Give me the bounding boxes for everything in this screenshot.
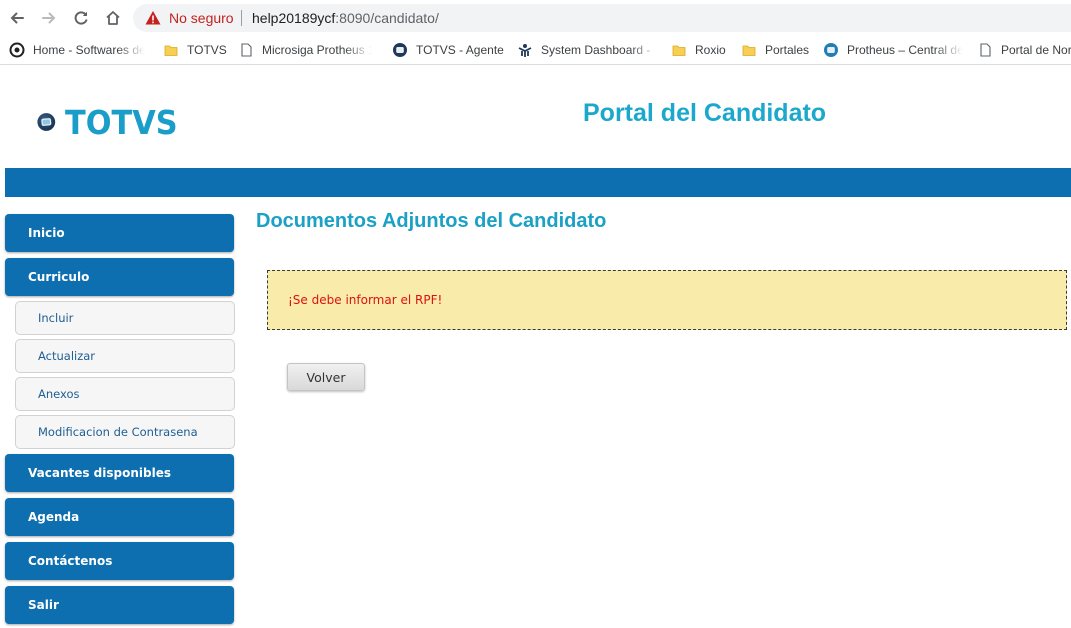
sidebar-subitem-modificacion-contrasena[interactable]: Modificacion de Contrasena — [15, 415, 235, 449]
forward-arrow-icon[interactable] — [38, 7, 60, 29]
address-divider — [241, 10, 242, 26]
bookmark-label: Protheus – Central de — [847, 43, 963, 57]
header-band — [5, 168, 1071, 197]
address-bar[interactable]: No seguro help20189ycf:8090/candidato/ — [133, 4, 1071, 32]
sidebar-item-curriculo[interactable]: Curriculo — [5, 258, 234, 296]
bookmark-system-dashboard[interactable]: System Dashboard - — [517, 40, 659, 60]
bookmark-label: TOTVS — [187, 43, 227, 57]
bookmark-protheus-central[interactable]: Protheus – Central de — [823, 40, 963, 60]
bookmark-home-softwares[interactable]: Home - Softwares de — [9, 40, 145, 60]
browser-toolbar: No seguro help20189ycf:8090/candidato/ — [0, 0, 1071, 36]
bookmark-roxio[interactable]: Roxio — [671, 40, 726, 60]
alert-box: ¡Se debe informar el RPF! — [267, 270, 1067, 330]
bookmark-totvs[interactable]: TOTVS — [163, 40, 227, 60]
reload-icon[interactable] — [70, 7, 92, 29]
sidebar-item-agenda[interactable]: Agenda — [5, 498, 234, 536]
totvs-icon — [392, 42, 408, 58]
bookmark-label: Portal de Nor — [1001, 43, 1071, 57]
logo-wordmark: TOTVS — [64, 102, 178, 142]
bookmark-label: TOTVS - Agente — [416, 43, 504, 57]
totvs-icon — [823, 42, 839, 58]
sidebar-item-contactenos[interactable]: Contáctenos — [5, 542, 234, 580]
bookmark-totvs-agente[interactable]: TOTVS - Agente — [392, 40, 504, 60]
home-icon[interactable] — [102, 7, 124, 29]
page-icon — [977, 42, 993, 58]
bookmark-label: System Dashboard - — [541, 43, 651, 57]
bookmarks-bar: Home - Softwares de TOTVS Microsiga Prot… — [0, 36, 1071, 65]
bookmark-label: Portales — [765, 43, 810, 57]
totvs-logo[interactable]: TOTVS — [37, 99, 187, 145]
bookmark-portales[interactable]: Portales — [741, 40, 809, 60]
sidebar-item-salir[interactable]: Salir — [5, 586, 234, 624]
bookmark-microsiga[interactable]: Microsiga Protheus 1 — [238, 40, 372, 60]
bookmark-label: Roxio — [695, 43, 726, 57]
sidebar-subitem-anexos[interactable]: Anexos — [15, 377, 235, 411]
bookmark-label: Home - Softwares de — [33, 43, 145, 57]
sidebar-item-inicio[interactable]: Inicio — [5, 214, 234, 252]
page-icon — [238, 42, 254, 58]
totvs-logo-icon — [37, 113, 56, 131]
globe-icon — [9, 42, 25, 58]
folder-icon — [741, 42, 757, 58]
not-secure-label[interactable]: No seguro — [169, 10, 234, 26]
dashboard-icon — [517, 42, 533, 58]
sidebar-subitem-incluir[interactable]: Incluir — [15, 301, 235, 335]
folder-icon — [163, 42, 179, 58]
sidebar-subitem-actualizar[interactable]: Actualizar — [15, 339, 235, 373]
folder-icon — [671, 42, 687, 58]
url-path: :8090/candidato/ — [335, 10, 439, 26]
bookmark-portal-de-nor[interactable]: Portal de Nor — [977, 40, 1071, 60]
warning-icon — [145, 10, 161, 26]
page-title: Documentos Adjuntos del Candidato — [256, 210, 607, 232]
back-arrow-icon[interactable] — [6, 7, 28, 29]
portal-title: Portal del Candidato — [583, 99, 827, 127]
url-text[interactable]: help20189ycf:8090/candidato/ — [252, 10, 439, 26]
bookmark-label: Microsiga Protheus 1 — [262, 43, 372, 57]
sidebar-item-vacantes[interactable]: Vacantes disponibles — [5, 454, 234, 492]
back-button[interactable]: Volver — [287, 363, 365, 391]
alert-message: ¡Se debe informar el RPF! — [288, 293, 443, 307]
url-host: help20189ycf — [252, 10, 336, 26]
